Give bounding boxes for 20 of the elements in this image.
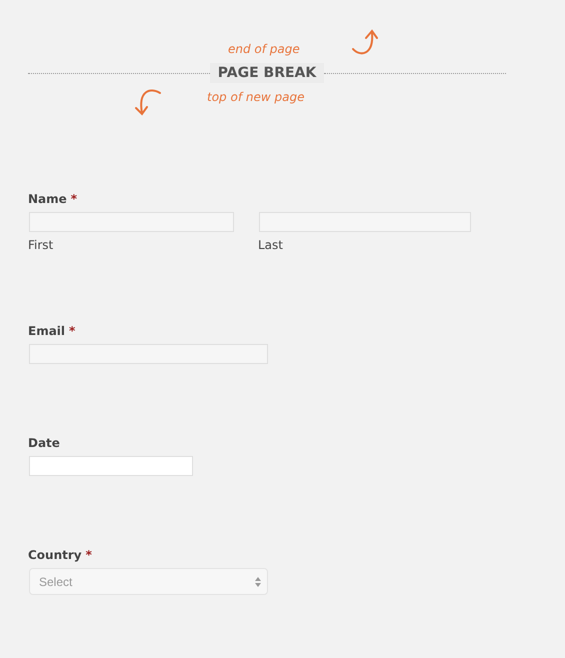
field-label: Date: [28, 436, 60, 450]
required-mark: *: [69, 324, 76, 338]
input-field[interactable]: [29, 344, 268, 364]
end-of-page-note: end of page: [228, 42, 300, 56]
sort-arrows-icon: [255, 576, 261, 586]
required-mark: *: [86, 548, 92, 562]
date-field[interactable]: [29, 456, 193, 476]
input-field[interactable]: [259, 212, 471, 232]
curved-arrow-icon: [350, 27, 380, 57]
input-field[interactable]: [29, 212, 234, 232]
top-of-new-page-note: top of new page: [207, 90, 304, 104]
sub-label: Last: [258, 238, 284, 252]
curved-arrow-icon: [132, 87, 162, 117]
field-label: Name: [28, 192, 67, 206]
field-label: Country: [28, 548, 82, 562]
field-label: Email: [28, 324, 66, 338]
page-break-label: PAGE BREAK: [210, 63, 324, 83]
required-mark: *: [70, 192, 78, 206]
sub-label: First: [28, 238, 54, 252]
select-dropdown[interactable]: Select: [29, 568, 268, 595]
